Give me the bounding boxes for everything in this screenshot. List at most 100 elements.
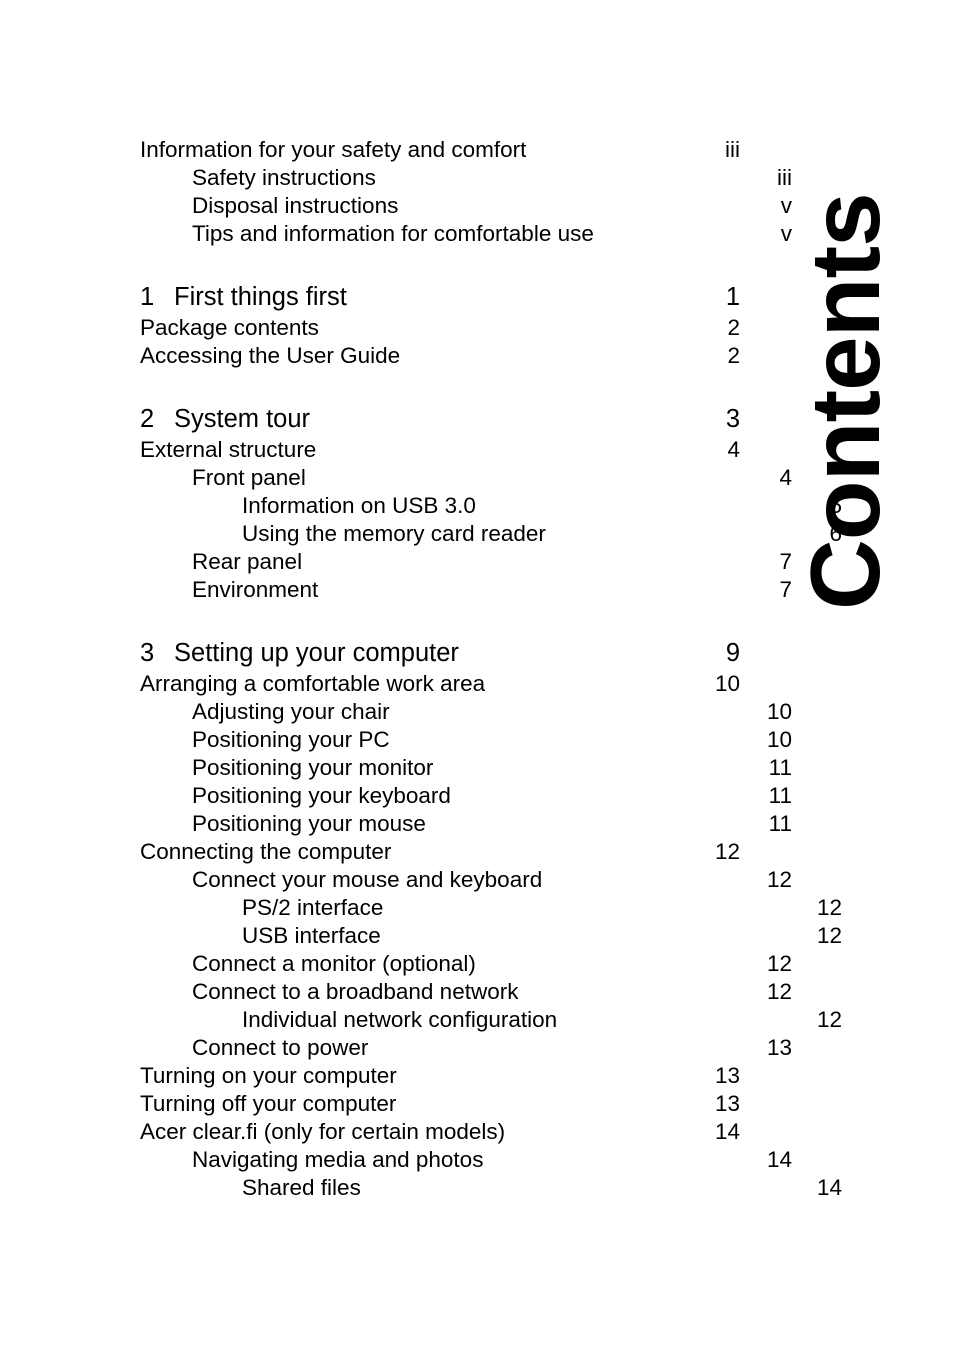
toc-entry-title: Positioning your keyboard: [192, 783, 451, 808]
toc-entry-title: Safety instructions: [192, 165, 376, 190]
toc-page-number: 12: [816, 895, 842, 920]
toc-entry-title: Connect to power: [192, 1035, 369, 1060]
toc-page-number: 11: [768, 811, 792, 836]
toc-entry-row[interactable]: Rear panel 7: [140, 548, 792, 576]
toc-page-number: 11: [768, 755, 792, 780]
toc-entry-title: External structure: [140, 437, 317, 462]
toc-chapter-row[interactable]: 2 System tour 3: [140, 403, 740, 436]
toc-entry-row[interactable]: Positioning your monitor 11: [140, 754, 792, 782]
toc-entry-row[interactable]: Acer clear.fi (only for certain models) 1…: [140, 1118, 740, 1146]
toc-page-number: 10: [766, 699, 792, 724]
toc-entry-title: Front panel: [192, 465, 306, 490]
toc-entry-row[interactable]: Positioning your mouse 11: [140, 810, 792, 838]
toc-entry-row[interactable]: USB interface 12: [140, 922, 842, 950]
toc-page-number: iii: [725, 137, 740, 162]
toc-entry-title: Individual network configuration: [242, 1007, 558, 1032]
toc-entry-title: Package contents: [140, 315, 319, 340]
toc-entry-row[interactable]: Shared files 14: [140, 1174, 842, 1202]
toc-entry-title: Positioning your mouse: [192, 811, 426, 836]
toc-page-number: 7: [779, 577, 792, 602]
toc-entry-row[interactable]: Connect to power 13: [140, 1034, 792, 1062]
toc-page-number: 3: [725, 405, 740, 433]
toc-entry-row[interactable]: Individual network configuration 12: [140, 1006, 842, 1034]
toc-page-number: 4: [779, 465, 792, 490]
toc-page-number: v: [780, 193, 792, 218]
toc-entry-row[interactable]: Accessing the User Guide 2: [140, 342, 740, 370]
toc-page-number: 12: [766, 979, 792, 1004]
toc-page-number: 13: [714, 1063, 740, 1088]
toc-page-number: 6: [829, 521, 842, 546]
toc-chapter-row[interactable]: 1 First things first 1: [140, 281, 740, 314]
chapter-number: 3: [140, 639, 155, 667]
toc-entry-title: Connect a monitor (optional): [192, 951, 476, 976]
chapter-title: First things first: [174, 283, 347, 311]
toc-entry-title: Turning off your computer: [140, 1091, 397, 1116]
toc-entry-row[interactable]: PS/2 interface 12: [140, 894, 842, 922]
toc-entry-row[interactable]: Package contents 2: [140, 314, 740, 342]
toc-page-number: 14: [816, 1175, 842, 1200]
toc-entry-row[interactable]: Connect a monitor (optional) 12: [140, 950, 792, 978]
toc-entry-title: USB interface: [242, 923, 381, 948]
toc-page-number: 5: [829, 493, 842, 518]
toc-entry-title: Shared files: [242, 1175, 361, 1200]
toc-page-number: 14: [766, 1147, 792, 1172]
toc-entry-title: Connect your mouse and keyboard: [192, 867, 543, 892]
chapter-number: 2: [140, 405, 155, 433]
toc-entry-title: Rear panel: [192, 549, 303, 574]
toc-page-number: 14: [714, 1119, 740, 1144]
toc-entry-row[interactable]: Disposal instructions v: [140, 192, 792, 220]
toc-page-number: 12: [816, 923, 842, 948]
toc-entry-title: Turning on your computer: [140, 1063, 397, 1088]
toc-page-number: 12: [766, 867, 792, 892]
toc-entry-row[interactable]: Connect to a broadband network 12: [140, 978, 792, 1006]
toc-page: Contents Information for your safety and…: [0, 0, 954, 1369]
toc-page-number: 4: [727, 437, 740, 462]
toc-entry-row[interactable]: Adjusting your chair 10: [140, 698, 792, 726]
chapter-number: 1: [140, 283, 155, 311]
toc-entry-row[interactable]: Connect your mouse and keyboard 12: [140, 866, 792, 894]
toc-entry-row[interactable]: Positioning your keyboard 11: [140, 782, 792, 810]
chapter-title: System tour: [174, 405, 311, 433]
toc-entry-title: Disposal instructions: [192, 193, 399, 218]
toc-entry-row[interactable]: Arranging a comfortable work area 10: [140, 670, 740, 698]
toc-entry-row[interactable]: Positioning your PC 10: [140, 726, 792, 754]
toc-entry-row[interactable]: Front panel 4: [140, 464, 792, 492]
chapter-title: Setting up your computer: [174, 639, 459, 667]
toc-entry-row[interactable]: Information for your safety and comfort i…: [140, 136, 740, 164]
toc-entry-title: Adjusting your chair: [192, 699, 390, 724]
toc-page-number: 13: [766, 1035, 792, 1060]
toc-page-number: 12: [714, 839, 740, 864]
toc-entry-title: Information for your safety and comfort: [140, 137, 527, 162]
toc-chapter-row[interactable]: 3 Setting up your computer 9: [140, 637, 740, 670]
toc-entry-title: Acer clear.fi (only for certain models): [140, 1119, 506, 1144]
toc-page-number: 12: [766, 951, 792, 976]
toc-entry-title: Positioning your PC: [192, 727, 390, 752]
toc-entry-row[interactable]: Tips and information for comfortable use…: [140, 220, 792, 248]
toc-entry-row[interactable]: Turning off your computer 13: [140, 1090, 740, 1118]
toc-page-number: 7: [779, 549, 792, 574]
toc-entry-row[interactable]: Navigating media and photos 14: [140, 1146, 792, 1174]
toc-entry-title: Connect to a broadband network: [192, 979, 519, 1004]
toc-page-number: iii: [777, 165, 792, 190]
toc-page-number: 9: [725, 639, 740, 667]
toc-entry-title: Arranging a comfortable work area: [140, 671, 486, 696]
toc-entry-title: Information on USB 3.0: [242, 493, 476, 518]
toc-entry-title: Environment: [192, 577, 319, 602]
toc-entry-title: Positioning your monitor: [192, 755, 434, 780]
toc-page-number: 10: [766, 727, 792, 752]
toc-entry-row[interactable]: Information on USB 3.0 5: [140, 492, 842, 520]
toc-entry-row[interactable]: Connecting the computer 12: [140, 838, 740, 866]
toc-entry-row[interactable]: Using the memory card reader 6: [140, 520, 842, 548]
toc-page-number: 13: [714, 1091, 740, 1116]
toc-page-number: 2: [727, 315, 740, 340]
toc-entry-row[interactable]: External structure 4: [140, 436, 740, 464]
toc-entry-row[interactable]: Environment 7: [140, 576, 792, 604]
toc-entry-row[interactable]: Safety instructions iii: [140, 164, 792, 192]
table-of-contents: Information for your safety and comfort i…: [140, 136, 842, 1202]
toc-page-number: 12: [816, 1007, 842, 1032]
toc-page-number: 1: [725, 283, 740, 311]
toc-entry-title: Tips and information for comfortable use: [192, 221, 594, 246]
toc-entry-row[interactable]: Turning on your computer 13: [140, 1062, 740, 1090]
toc-page-number: v: [780, 221, 792, 246]
toc-entry-title: Navigating media and photos: [192, 1147, 484, 1172]
